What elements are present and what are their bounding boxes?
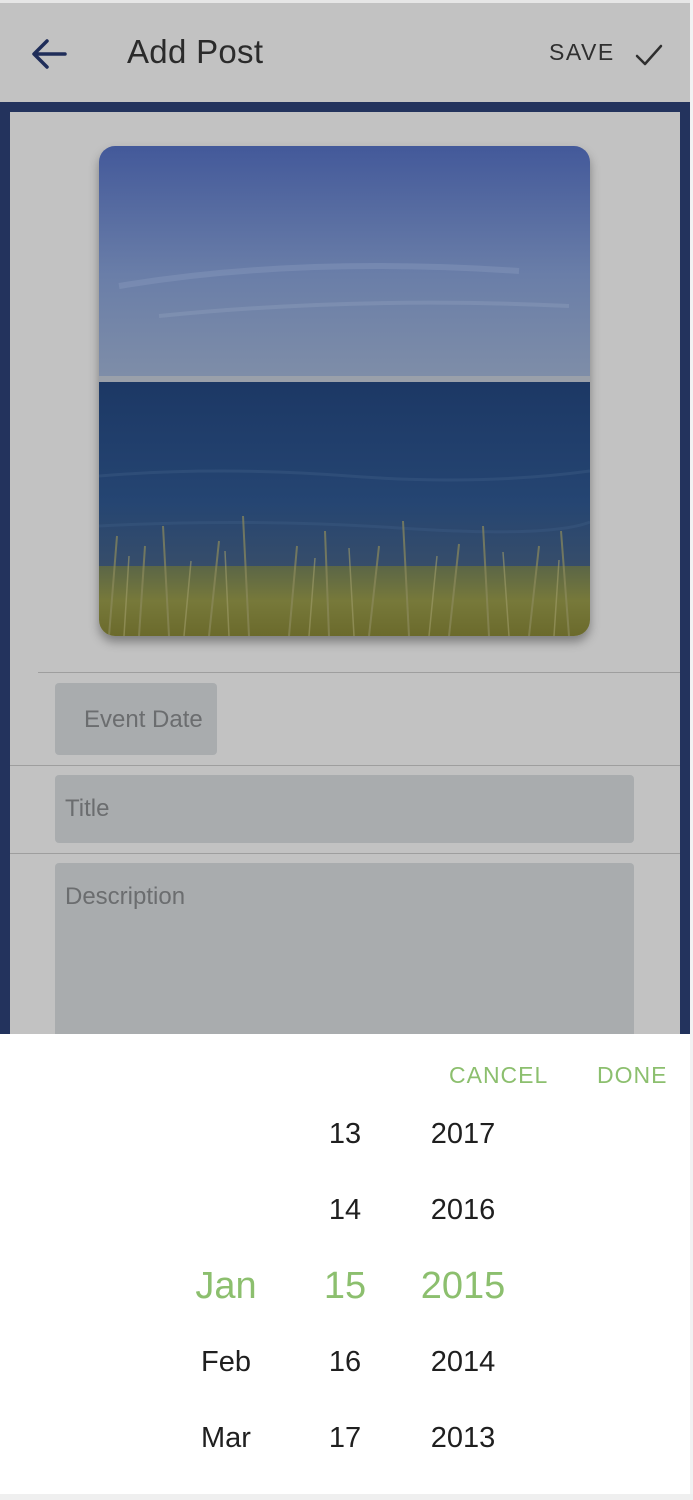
cancel-button[interactable]: CANCEL: [449, 1062, 548, 1089]
event-date-field[interactable]: Event Date: [55, 683, 217, 755]
bottom-edge: [0, 1494, 693, 1500]
save-button[interactable]: SAVE: [549, 39, 615, 66]
title-input[interactable]: Title: [55, 775, 634, 843]
check-icon[interactable]: [635, 43, 663, 67]
year-option[interactable]: 2017: [393, 1118, 533, 1151]
done-button[interactable]: DONE: [597, 1062, 667, 1089]
page-title: Add Post: [127, 33, 264, 70]
divider: [10, 853, 680, 854]
divider: [38, 672, 680, 673]
post-photo[interactable]: [99, 146, 590, 636]
divider: [10, 765, 680, 766]
year-option-selected[interactable]: 2015: [393, 1265, 533, 1308]
description-input[interactable]: Description: [55, 863, 634, 1043]
arrow-left-icon[interactable]: [30, 37, 68, 71]
app-bar: Add Post SAVE: [0, 0, 690, 102]
date-picker-sheet: CANCEL DONE Jan Feb Mar 13 14 15 16 17 2…: [0, 1034, 690, 1494]
form-panel: Event Date Title Description: [10, 112, 680, 1043]
year-option[interactable]: 2014: [393, 1346, 533, 1379]
form-container: Event Date Title Description: [0, 102, 690, 1043]
year-option[interactable]: 2016: [393, 1194, 533, 1227]
year-option[interactable]: 2013: [393, 1422, 533, 1455]
